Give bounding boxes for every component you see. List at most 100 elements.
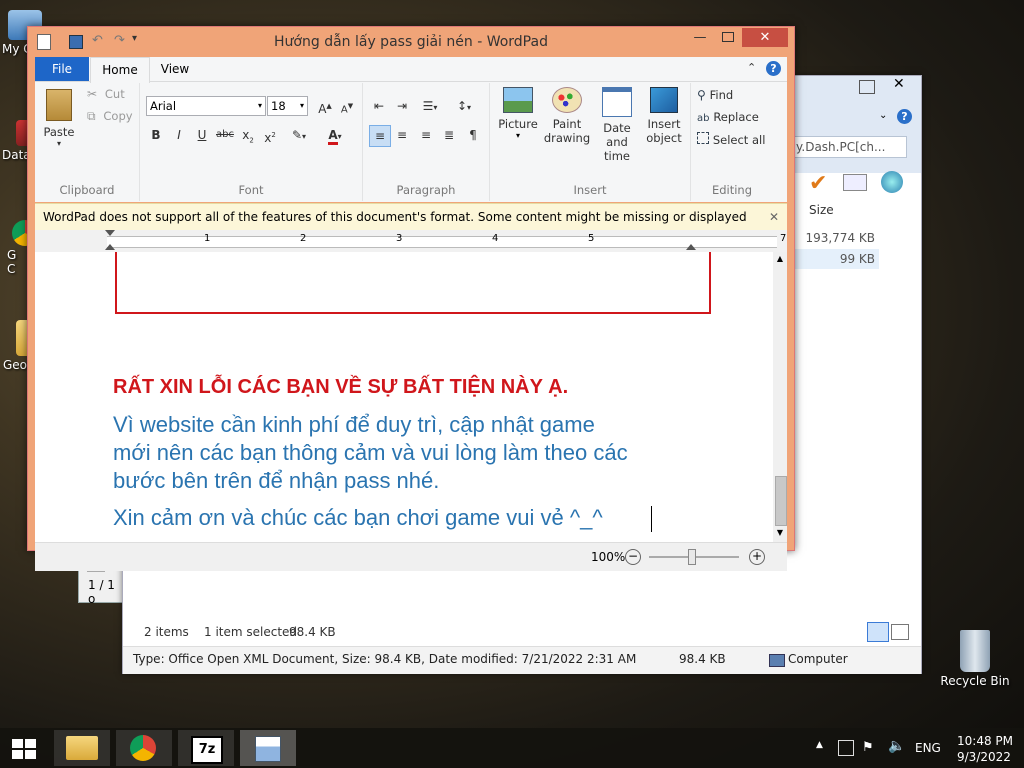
paint-drawing-button[interactable]: Paint drawing [542,85,592,145]
vertical-scrollbar[interactable]: ▲ ▼ [773,252,787,542]
subscript-button[interactable]: x2 [238,125,258,145]
font-family-select[interactable]: Arial ▾ [146,96,266,116]
font-size-value: 18 [271,99,286,113]
line-spacing-button[interactable]: ↕▾ [450,96,478,116]
align-right-button[interactable]: ≡ [416,125,436,145]
right-indent-marker[interactable] [686,244,696,250]
scroll-up-icon[interactable]: ▲ [773,254,787,263]
start-button[interactable] [0,730,48,766]
close-icon[interactable]: ✕ [893,76,905,92]
scrollbar-thumb[interactable] [775,476,787,526]
date-time-button[interactable]: Date and time [592,85,642,163]
help-icon[interactable]: ? [766,61,781,76]
scroll-down-icon[interactable]: ▼ [773,528,787,537]
close-button[interactable]: ✕ [742,28,788,47]
document-area[interactable]: RẤT XIN LỖI CÁC BẠN VỀ SỰ BẤT TIỆN NÀY Ạ… [35,252,773,542]
title-bar[interactable]: ↶ ↷ ▾ Hướng dẫn lấy pass giải nén - Word… [28,27,794,57]
copy-button[interactable]: ⧉ Copy [87,109,137,127]
picture-icon [503,87,533,113]
file-row-selected[interactable]: 99 KB [795,249,879,269]
clock-date[interactable]: 9/3/2022 [957,750,1011,764]
shell-icon[interactable] [881,171,903,193]
taskbar: 7z ▲ ⚑ 🔈 ENG 10:48 PM 9/3/2022 [0,728,1024,768]
palette-icon [552,87,582,113]
indent-marker[interactable] [105,230,115,236]
show-hidden-icons[interactable]: ▲ [816,740,823,750]
shrink-font-button[interactable]: A▼ [337,96,357,116]
maximize-button[interactable] [714,28,742,47]
column-header-size[interactable]: Size [809,203,834,217]
calendar-icon [602,87,632,117]
chevron-up-icon[interactable]: ⌃ [747,61,756,74]
strikethrough-button[interactable]: abc [215,125,235,145]
properties-icon[interactable] [843,174,867,191]
doc-heading: RẤT XIN LỖI CÁC BẠN VỀ SỰ BẤT TIỆN NÀY Ạ… [113,376,569,398]
help-icon[interactable]: ? [897,109,912,124]
taskbar-explorer[interactable] [54,730,110,766]
ribbon: File Home View ⌃ ? Paste ▾ ✂ Cut ⧉ Copy … [35,57,787,202]
picture-button[interactable]: Picture ▾ [496,85,540,140]
font-size-select[interactable]: 18 ▾ [267,96,308,116]
taskbar-7zip[interactable]: 7z [178,730,234,766]
align-left-button[interactable]: ≡ [369,125,391,147]
italic-button[interactable]: I [169,125,189,145]
bold-button[interactable]: B [146,125,166,145]
font-group: Arial ▾ 18 ▾ A▲ A▼ B I U abc x2 x2 ✎▾ A▾… [140,83,363,201]
chevron-down-icon: ▾ [257,101,262,110]
align-center-button[interactable]: ≡ [392,125,412,145]
network-icon[interactable] [838,740,854,756]
address-bar[interactable]: y.Dash.PC[ch... [791,136,907,158]
replace-button[interactable]: ab Replace [697,110,759,128]
grow-font-button[interactable]: A▲ [315,96,335,116]
chevron-down-icon[interactable]: ⌄ [879,110,887,121]
thumbnails-view-icon[interactable] [891,624,909,640]
increase-indent-button[interactable]: ⇥ [392,96,412,116]
copy-icon: ⧉ [87,109,96,123]
find-button[interactable]: ⚲ Find [697,88,733,106]
input-language[interactable]: ENG [915,741,941,755]
tab-file[interactable]: File [35,57,89,81]
tab-home[interactable]: Home [90,57,150,83]
highlight-button[interactable]: ✎▾ [285,125,313,145]
zoom-slider-thumb[interactable] [688,549,696,565]
wordpad-window[interactable]: ↶ ↷ ▾ Hướng dẫn lấy pass giải nén - Word… [27,26,795,571]
info-bar: WordPad does not support all of the feat… [35,203,787,250]
zoom-in-button[interactable]: + [749,549,765,565]
cut-button[interactable]: ✂ Cut [87,87,137,105]
close-icon[interactable]: ✕ [769,204,779,230]
zoom-out-button[interactable]: − [625,549,641,565]
ribbon-tabs: File Home View ⌃ ? [35,57,787,83]
ruler[interactable]: 1 2 3 4 5 7 [35,230,787,253]
decrease-indent-button[interactable]: ⇤ [369,96,389,116]
ruler-number: 2 [300,233,307,244]
action-center-icon[interactable]: ⚑ [862,740,874,755]
folder-icon [66,736,98,760]
font-family-value: Arial [150,99,177,113]
taskbar-wordpad[interactable] [240,730,296,766]
justify-button[interactable]: ≣ [439,125,459,145]
select-all-button[interactable]: Select all [697,132,765,150]
group-label-font: Font [238,183,264,197]
file-size: 193,774 KB [805,231,875,245]
font-color-button[interactable]: A▾ [321,125,349,145]
checkmark-icon[interactable]: ✔ [809,171,827,196]
insert-object-button[interactable]: Insert object [640,85,688,145]
desktop-icon-label: Recycle Bin [940,674,1010,688]
minimize-button[interactable]: — [686,28,714,47]
tab-view[interactable]: View [151,57,199,81]
details-size: 98.4 KB [679,652,726,666]
file-row[interactable]: 193,774 KB [795,228,879,248]
paste-button[interactable]: Paste ▾ [41,87,77,149]
superscript-button[interactable]: x2 [260,125,280,145]
underline-button[interactable]: U [192,125,212,145]
maximize-icon[interactable] [859,80,875,94]
indent-marker-bottom[interactable] [105,244,115,250]
bullets-button[interactable]: ☰▾ [416,96,444,116]
paragraph-settings-button[interactable]: ¶ [463,125,483,145]
clock-time[interactable]: 10:48 PM [957,734,1013,748]
clipboard-group: Paste ▾ ✂ Cut ⧉ Copy Clipboard [35,83,140,201]
details-view-icon[interactable] [867,622,889,642]
taskbar-chrome[interactable] [116,730,172,766]
volume-icon[interactable]: 🔈 [888,738,905,754]
desktop-icon-recycle-bin[interactable]: Recycle Bin [940,630,1010,688]
